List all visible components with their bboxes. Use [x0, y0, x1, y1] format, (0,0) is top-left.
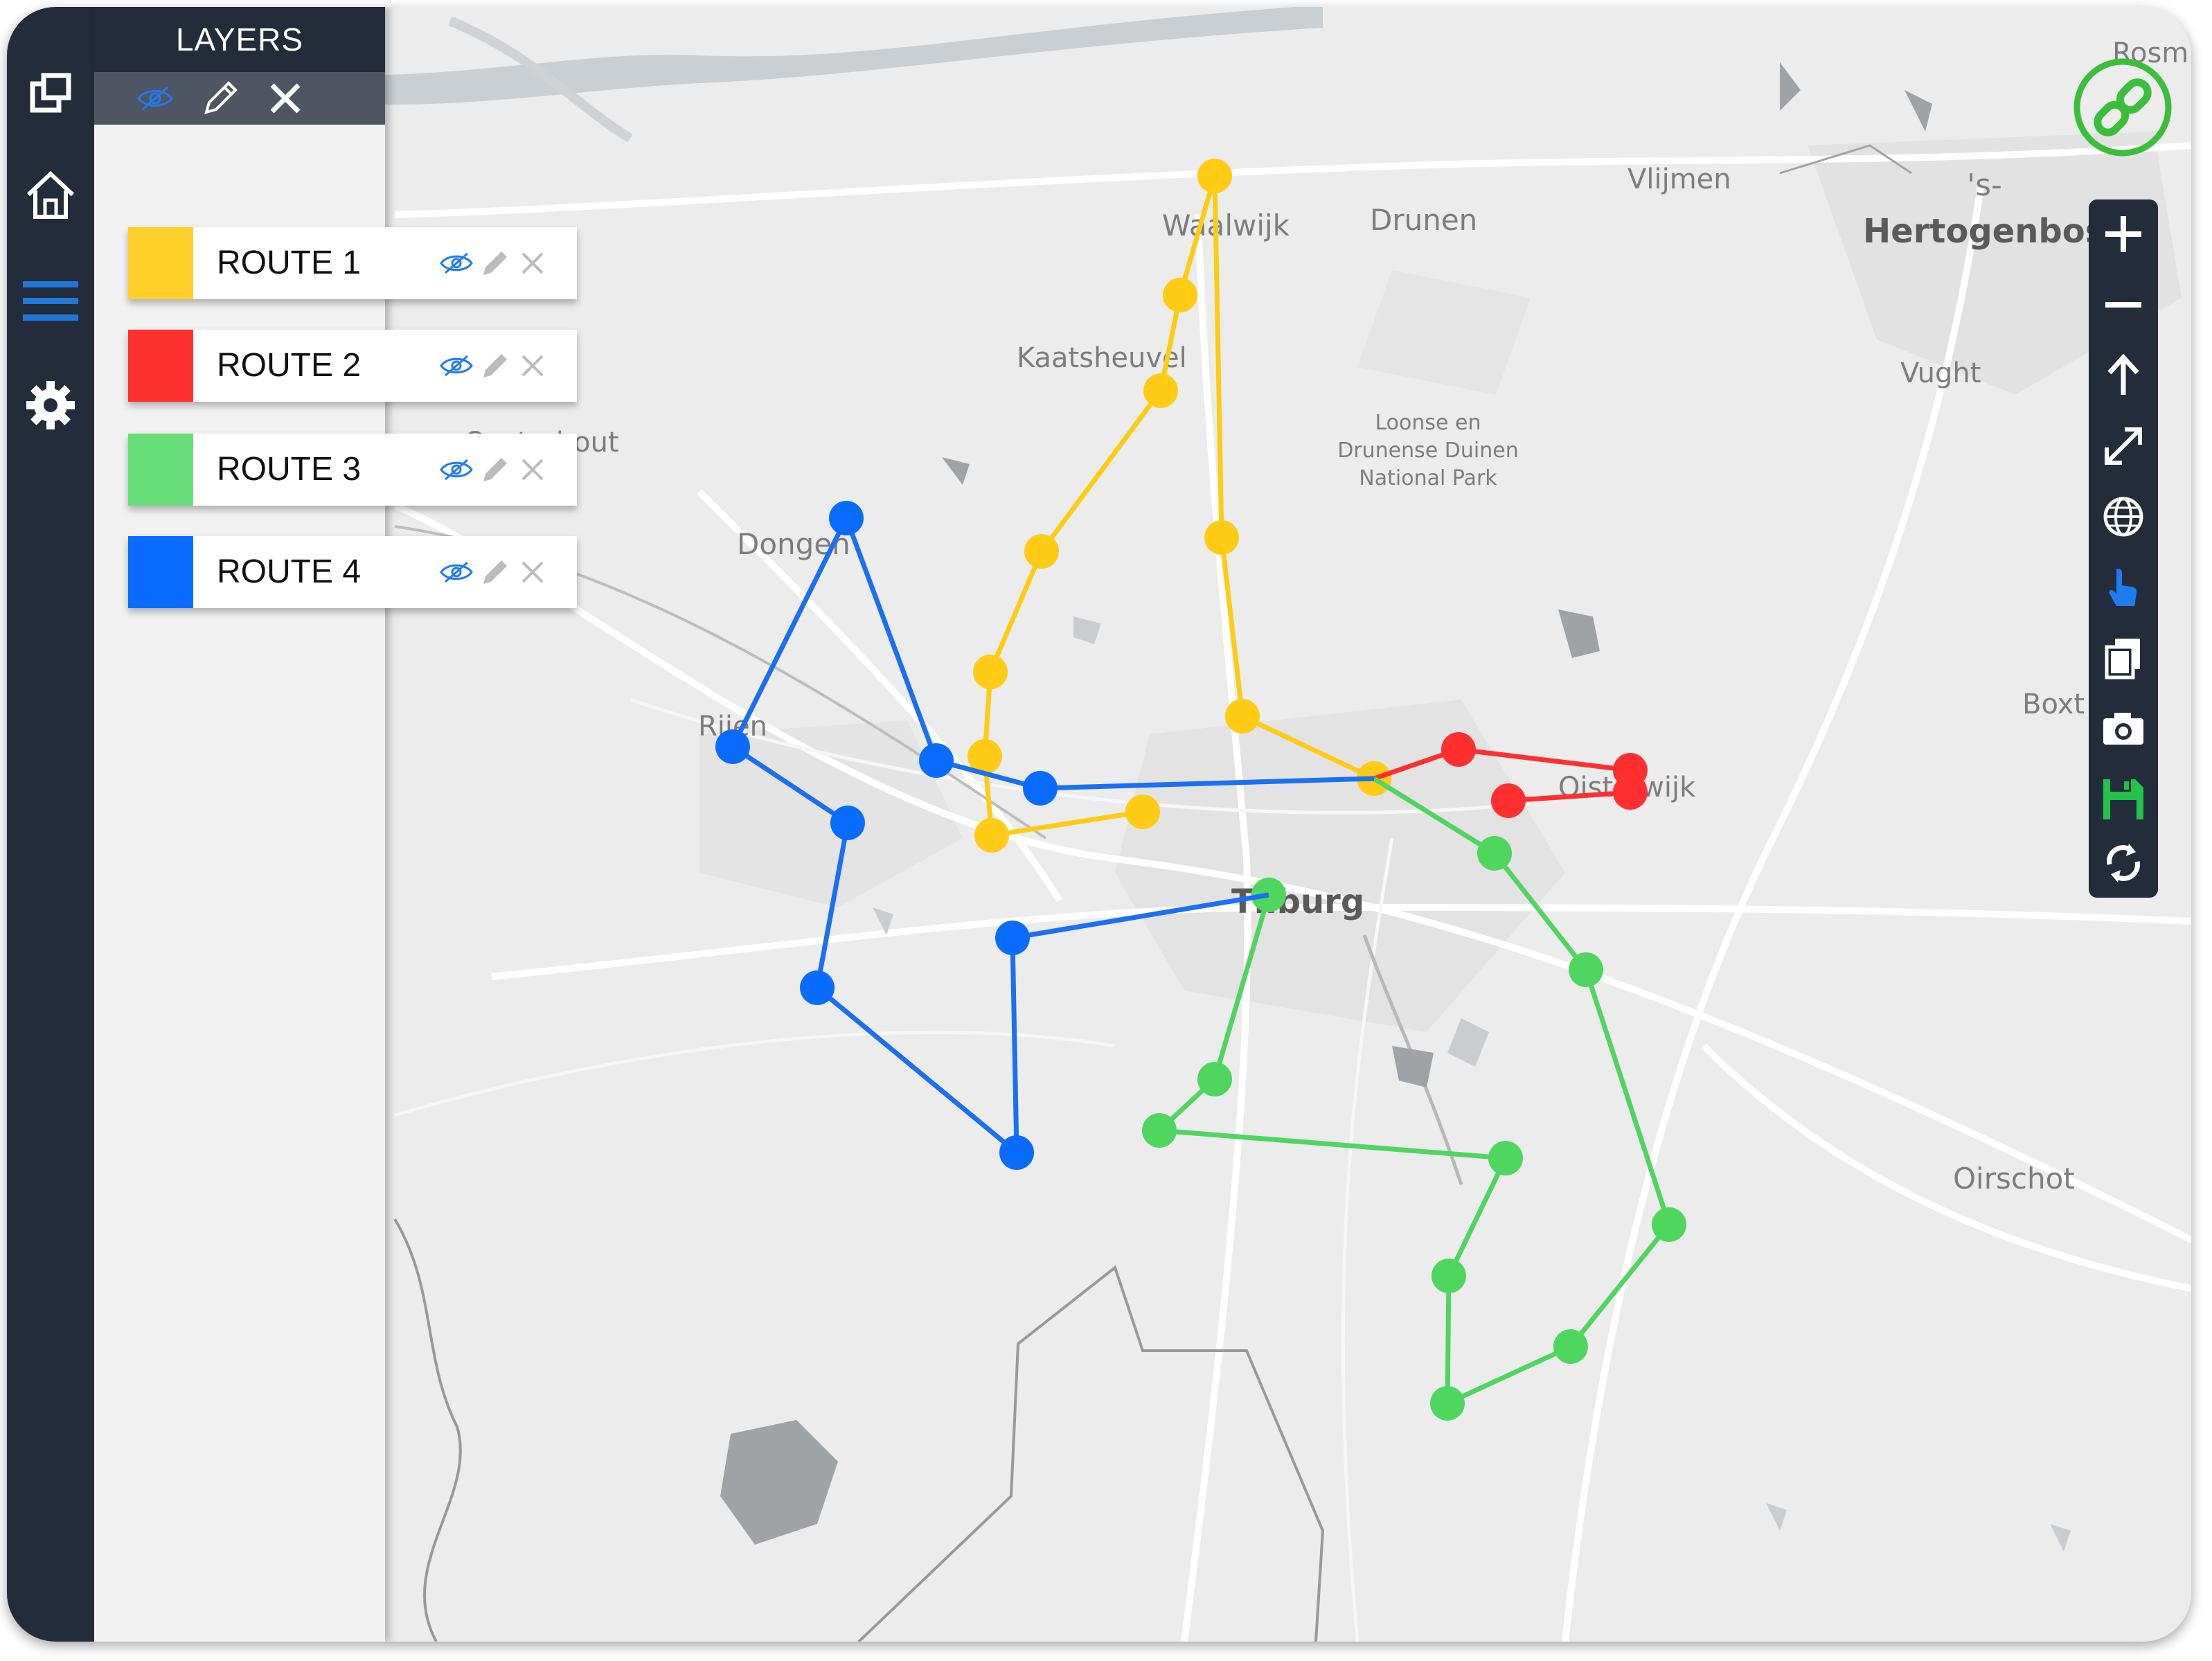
place-label-drunen: Drunen — [1370, 203, 1477, 237]
route-3-point — [1488, 1141, 1523, 1175]
close-icon[interactable] — [513, 450, 552, 489]
left-nav — [7, 7, 94, 1642]
route-1-point — [1143, 373, 1178, 408]
park-label-line-3: National Park — [1359, 466, 1497, 490]
route-1-label: ROUTE 1 — [217, 245, 362, 281]
route-4-point — [995, 921, 1030, 955]
eye-slash-icon[interactable] — [133, 76, 177, 121]
route-1-point — [973, 655, 1008, 689]
place-label-s-prefix: 's- — [1967, 168, 2002, 203]
plus-icon[interactable] — [2096, 206, 2151, 262]
place-label-waalwijk: Waalwijk — [1162, 208, 1290, 242]
route-4-swatch — [128, 536, 193, 608]
route-1-point — [1163, 278, 1197, 312]
link-button[interactable] — [2071, 55, 2175, 159]
route-3-point — [1197, 1062, 1232, 1096]
route-4-point — [829, 501, 864, 535]
pencil-icon[interactable] — [476, 450, 515, 489]
place-label-vught: Vught — [1900, 357, 1981, 389]
place-label-tilburg: Tilburg — [1231, 882, 1364, 921]
close-icon[interactable] — [263, 76, 307, 121]
eye-slash-icon[interactable] — [437, 346, 476, 385]
route-4-point — [1023, 771, 1058, 806]
camera-icon[interactable] — [2096, 701, 2151, 756]
route-row-3[interactable]: ROUTE 3 — [128, 434, 577, 506]
route-2-label: ROUTE 2 — [217, 347, 362, 384]
arrow-up-icon[interactable] — [2096, 348, 2151, 403]
layers-icon[interactable] — [19, 62, 82, 125]
route-3-point — [1142, 1113, 1177, 1148]
route-1-point — [1225, 699, 1260, 734]
route-4-label: ROUTE 4 — [217, 553, 362, 590]
app-frame: Rosm Vlijmen 's- Hertogenbosc Waalwijk D… — [7, 7, 2191, 1642]
route-2-point — [1491, 783, 1526, 818]
layers-toolbar — [94, 72, 385, 125]
park-label-line-2: Drunense Duinen — [1337, 438, 1519, 463]
minus-icon[interactable] — [2096, 277, 2151, 332]
right-toolbar — [2089, 199, 2158, 898]
eye-slash-icon[interactable] — [437, 450, 476, 489]
route-1-point — [1197, 159, 1232, 193]
place-label-boxtel: Boxt — [2022, 689, 2085, 720]
menu-icon[interactable] — [19, 270, 82, 332]
pencil-icon[interactable] — [476, 244, 515, 283]
place-label-vlijmen: Vlijmen — [1627, 163, 1731, 195]
save-icon[interactable] — [2096, 772, 2151, 827]
layers-title: LAYERS — [94, 7, 385, 72]
route-2-point — [1441, 732, 1476, 767]
route-3-label: ROUTE 3 — [217, 451, 362, 488]
copy-icon[interactable] — [2096, 630, 2151, 686]
route-3-point — [1569, 952, 1603, 987]
eye-slash-icon[interactable] — [437, 553, 476, 592]
route-1-point — [1024, 534, 1059, 569]
route-row-1[interactable]: ROUTE 1 — [128, 227, 577, 299]
pencil-icon[interactable] — [198, 76, 242, 121]
place-label-hertogenbosch: Hertogenbosc — [1863, 212, 2125, 251]
route-1-point — [1204, 520, 1239, 555]
pencil-icon[interactable] — [476, 553, 515, 592]
route-1-point — [1125, 794, 1160, 829]
route-4-point — [830, 806, 865, 840]
route-2-point — [1613, 775, 1648, 810]
globe-icon[interactable] — [2096, 489, 2151, 544]
route-row-4[interactable]: ROUTE 4 — [128, 536, 577, 608]
place-label-oirschot: Oirschot — [1953, 1162, 2075, 1196]
route-4-point — [800, 970, 835, 1005]
pencil-icon[interactable] — [476, 346, 515, 385]
route-3-point — [1430, 1386, 1465, 1421]
route-3-swatch — [128, 434, 193, 506]
expand-icon[interactable] — [2096, 418, 2151, 474]
route-3-point — [1652, 1207, 1686, 1242]
home-icon[interactable] — [19, 163, 82, 226]
route-4-point — [715, 729, 750, 764]
place-label-kaatsheuvel: Kaatsheuvel — [1017, 342, 1187, 374]
eye-slash-icon[interactable] — [437, 244, 476, 283]
route-1-swatch — [128, 227, 193, 299]
park-label-line-1: Loonse en — [1375, 411, 1481, 435]
route-1-point — [974, 818, 1009, 853]
route-3-point — [1477, 836, 1512, 871]
pointer-icon[interactable] — [2096, 560, 2151, 615]
gear-icon[interactable] — [19, 374, 82, 436]
route-3-point — [1431, 1259, 1466, 1293]
refresh-icon[interactable] — [2096, 835, 2151, 891]
link-icon — [2073, 58, 2172, 157]
route-3-point — [1553, 1329, 1588, 1364]
close-icon[interactable] — [513, 244, 552, 283]
close-icon[interactable] — [513, 346, 552, 385]
route-4-point — [919, 743, 954, 778]
close-icon[interactable] — [513, 553, 552, 592]
route-4-point — [999, 1135, 1034, 1170]
route-2-swatch — [128, 330, 193, 402]
route-row-2[interactable]: ROUTE 2 — [128, 330, 577, 402]
